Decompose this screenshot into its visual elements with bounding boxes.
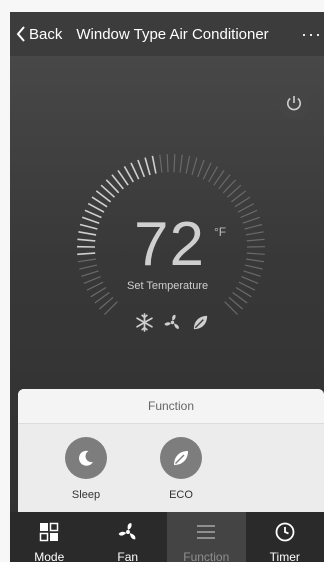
eco-function-button[interactable]: ECO [151, 437, 211, 501]
back-button[interactable]: Back [16, 26, 62, 43]
chevron-left-icon [16, 26, 25, 42]
set-temperature-label: Set Temperature [127, 280, 209, 292]
dial-tick [78, 231, 97, 236]
dial-tick [94, 292, 110, 304]
power-icon [287, 96, 301, 111]
dial-tick [185, 155, 191, 174]
dial-tick [84, 209, 102, 219]
tab-fan-label: Fan [117, 550, 139, 562]
bottom-tab-bar: Mode Fan Function Timer [10, 512, 324, 562]
dial-tick [166, 154, 169, 173]
dial-tick [240, 209, 258, 219]
snowflake-icon [135, 313, 154, 332]
dial-tick [241, 276, 259, 284]
dial-tick [91, 196, 108, 208]
dial-tick [208, 166, 219, 183]
dial-tick [213, 170, 225, 186]
clock-icon [274, 521, 296, 543]
dial-tick [242, 216, 260, 224]
dial-tick [246, 252, 265, 255]
page-title: Window Type Air Conditioner [76, 25, 269, 43]
dial-tick [77, 238, 96, 242]
active-mode-icons [135, 313, 210, 332]
dial-tick [83, 276, 101, 284]
menu-icon [195, 521, 217, 543]
dial-tick [232, 292, 248, 304]
dial-tick [237, 203, 255, 213]
tab-mode-label: Mode [34, 550, 65, 562]
leaf-icon [191, 313, 210, 332]
back-label: Back [29, 25, 63, 43]
dial-tick [202, 162, 212, 180]
dial-tick [81, 216, 100, 224]
sleep-label: Sleep [71, 489, 101, 501]
dial-tick [90, 286, 107, 298]
dial-tick [77, 258, 96, 263]
moon-icon [65, 437, 107, 479]
dial-tick [244, 223, 263, 230]
dial-tick [81, 270, 99, 277]
dial-tick [243, 270, 261, 277]
tab-fan[interactable]: Fan [89, 512, 168, 562]
dial-tick [197, 159, 205, 178]
dial-tick [77, 252, 96, 256]
dial-tick [123, 166, 134, 183]
temperature-unit: °F [214, 225, 227, 239]
fan-icon [117, 521, 139, 543]
eco-label: ECO [169, 489, 193, 501]
dial-tick [79, 223, 98, 230]
dial-tick [130, 162, 140, 180]
dial-tick [234, 196, 251, 208]
dial-tick [137, 159, 146, 178]
more-menu-button[interactable]: ··· [301, 24, 322, 45]
tab-timer-label: Timer [269, 550, 300, 562]
dial-tick [244, 264, 263, 270]
dial-tick [246, 238, 265, 242]
fan-mode-icon [163, 313, 182, 332]
dial-tick [191, 157, 198, 176]
function-panel-title: Function [18, 389, 324, 424]
dial-tick [144, 157, 151, 176]
temperature-value: 72 [134, 210, 205, 279]
tab-mode[interactable]: Mode [10, 512, 89, 562]
dial-tick [235, 286, 252, 298]
app-screen: Back Window Type Air Conditioner ··· 72 … [10, 12, 324, 562]
dial-tick [151, 155, 157, 174]
dial-tick [246, 258, 265, 263]
sleep-function-button[interactable]: Sleep [56, 437, 116, 501]
tab-function-label: Function [183, 550, 230, 562]
power-button[interactable] [278, 87, 310, 119]
dial-tick [238, 281, 256, 291]
mode-icon [38, 521, 60, 543]
top-bar: Back Window Type Air Conditioner ··· [10, 12, 324, 56]
dial-tick [79, 264, 98, 270]
tab-function[interactable]: Function [167, 512, 246, 562]
dial-tick [173, 154, 176, 173]
dial-tick [159, 154, 163, 173]
tab-timer[interactable]: Timer [246, 512, 324, 562]
dial-tick [86, 281, 104, 291]
function-panel: Function Sleep ECO [18, 389, 324, 513]
dial-tick [87, 202, 105, 213]
dial-tick [179, 154, 183, 173]
leaf-icon [160, 437, 202, 479]
dial-tick [245, 231, 264, 236]
